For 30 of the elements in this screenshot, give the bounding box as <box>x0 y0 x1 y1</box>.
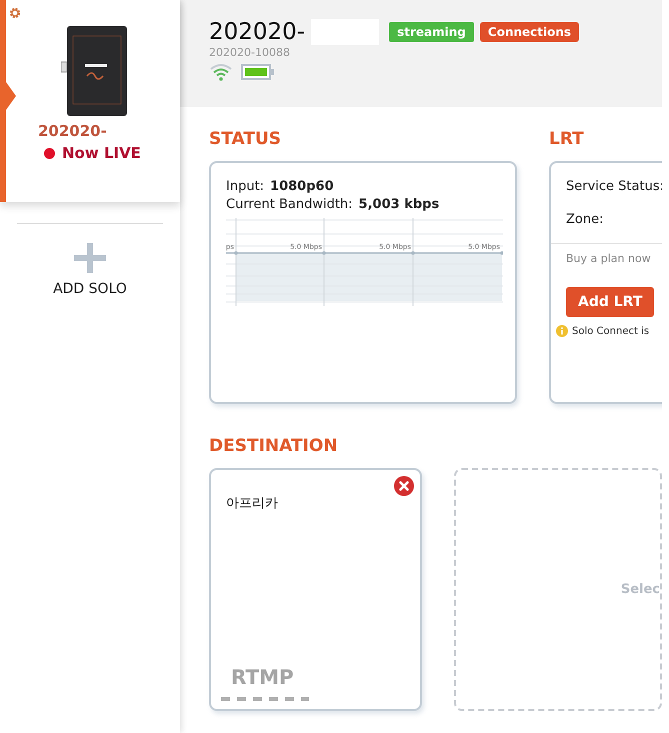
status-badge: streaming <box>389 22 474 42</box>
close-icon[interactable] <box>394 476 414 496</box>
select-text: Selec <box>620 582 660 597</box>
lrt-field-label: Zone: <box>566 212 604 227</box>
lrt-field-label: Service Status: <box>566 179 662 194</box>
plus-icon <box>74 243 106 273</box>
dashes-icon <box>221 697 309 701</box>
section-heading: STATUS <box>209 129 282 149</box>
status-field: Input: 1080p60 <box>226 179 515 194</box>
section-heading: LRT <box>549 129 585 149</box>
device-name: 202020- <box>38 122 107 140</box>
wifi-icon <box>209 63 233 81</box>
connections-button[interactable]: Connections <box>480 22 580 42</box>
protocol-label: RTMP <box>231 665 294 689</box>
info-text: Solo Connect is <box>572 326 650 336</box>
add-solo-button[interactable]: ADD SOLO <box>0 242 180 298</box>
device-title: 202020- <box>209 19 306 45</box>
status-field: Current Bandwidth: 5,003 kbps <box>226 197 515 212</box>
battery-icon <box>241 64 275 80</box>
destination-card[interactable]: 아프리카 RTMP <box>209 468 422 711</box>
section-heading: DESTINATION <box>209 436 339 456</box>
serial-number: 202020-10088 <box>209 46 291 59</box>
pointer-icon <box>6 82 16 110</box>
plan-note: Buy a plan now <box>566 252 652 265</box>
live-status: Now LIVE <box>62 144 141 162</box>
settings-icon[interactable] <box>8 6 22 20</box>
info-icon <box>556 325 568 337</box>
destination-name: 아프리카 <box>226 495 279 512</box>
add-lrt-button[interactable]: Add LRT <box>566 287 654 317</box>
device-card[interactable]: 202020- Now LIVE <box>0 0 180 202</box>
